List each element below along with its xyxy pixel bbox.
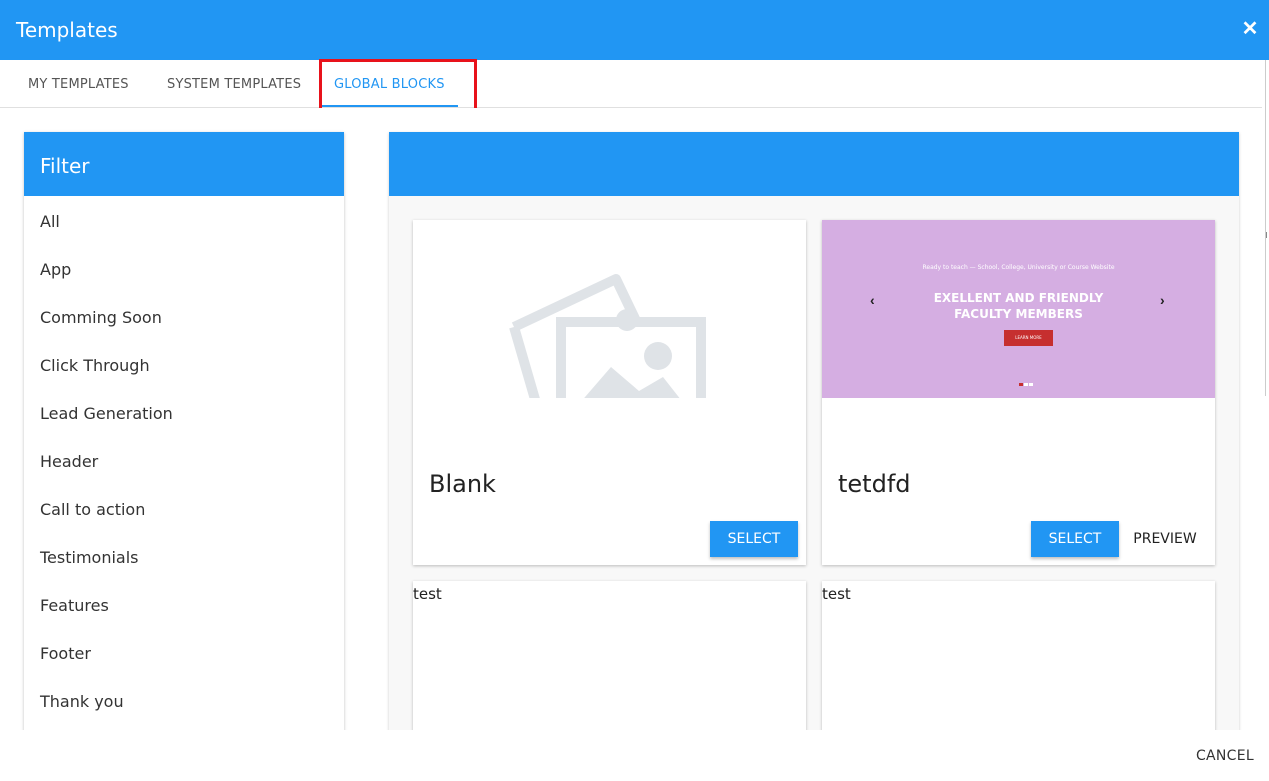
chevron-right-icon[interactable]: ›: [1160, 292, 1165, 308]
annotation-highlight-box: [319, 59, 477, 113]
cancel-button[interactable]: CANCEL: [1196, 748, 1254, 764]
dialog-footer: CANCEL: [0, 730, 1269, 781]
slide-heading-line1: EXELLENT AND FRIENDLY: [933, 291, 1104, 305]
template-card-blank[interactable]: Blank SELECT: [413, 220, 806, 565]
template-card-tetdfd[interactable]: Ready to teach — School, College, Univer…: [822, 220, 1215, 565]
filter-item-call-to-action[interactable]: Call to action: [24, 484, 344, 532]
tab-bar: MY TEMPLATES SYSTEM TEMPLATES GLOBAL BLO…: [0, 60, 1262, 108]
slide-dots: [1019, 383, 1033, 386]
filter-title: Filter: [24, 132, 344, 196]
select-button[interactable]: SELECT: [1031, 521, 1119, 557]
filter-item-features[interactable]: Features: [24, 580, 344, 628]
content-area: Filter All App Comming Soon Click Throug…: [0, 108, 1262, 730]
filter-item-all[interactable]: All: [24, 196, 344, 244]
filter-item-testimonials[interactable]: Testimonials: [24, 532, 344, 580]
slide-heading-line2: FACULTY MEMBERS: [954, 307, 1083, 321]
filter-item-comming-soon[interactable]: Comming Soon: [24, 292, 344, 340]
templates-dialog: Templates ✕ MY TEMPLATES SYSTEM TEMPLATE…: [0, 0, 1269, 781]
dialog-title: Templates: [16, 18, 118, 42]
scrollbar-track-line: [1265, 60, 1266, 396]
slide-subtext: Ready to teach — School, College, Univer…: [922, 264, 1115, 271]
card-text: test: [822, 585, 851, 603]
templates-panel-header: [389, 132, 1239, 196]
template-card-test[interactable]: test: [822, 581, 1215, 730]
placeholder-image-icon: [413, 220, 806, 429]
chevron-left-icon[interactable]: ‹: [870, 292, 875, 308]
templates-panel: Blank SELECT Ready to teach — School, Co…: [389, 132, 1239, 730]
filter-panel: Filter All App Comming Soon Click Throug…: [24, 132, 344, 730]
dialog-titlebar: Templates ✕: [0, 0, 1269, 60]
slide-dot-active: [1019, 383, 1023, 386]
close-icon[interactable]: ✕: [1241, 18, 1259, 40]
filter-item-header[interactable]: Header: [24, 436, 344, 484]
tab-my-templates[interactable]: MY TEMPLATES: [28, 77, 129, 92]
filter-item-footer[interactable]: Footer: [24, 628, 344, 676]
slide-dot: [1029, 383, 1033, 386]
card-title: tetdfd: [838, 470, 911, 498]
filter-item-thank-you[interactable]: Thank you: [24, 676, 344, 724]
slide-dot: [1024, 383, 1028, 386]
slide-heading: EXELLENT AND FRIENDLY FACULTY MEMBERS: [822, 290, 1215, 322]
card-text: test: [413, 585, 442, 603]
template-card-test[interactable]: test: [413, 581, 806, 730]
template-preview-slide: Ready to teach — School, College, Univer…: [822, 220, 1215, 398]
slide-learn-more-button: LEARN MORE: [1004, 330, 1053, 346]
select-button[interactable]: SELECT: [710, 521, 798, 557]
filter-item-app[interactable]: App: [24, 244, 344, 292]
filter-item-click-through[interactable]: Click Through: [24, 340, 344, 388]
filter-item-lead-generation[interactable]: Lead Generation: [24, 388, 344, 436]
card-title: Blank: [429, 470, 496, 498]
tab-system-templates[interactable]: SYSTEM TEMPLATES: [167, 77, 301, 92]
preview-button[interactable]: PREVIEW: [1127, 521, 1203, 557]
filter-list: All App Comming Soon Click Through Lead …: [24, 196, 344, 724]
